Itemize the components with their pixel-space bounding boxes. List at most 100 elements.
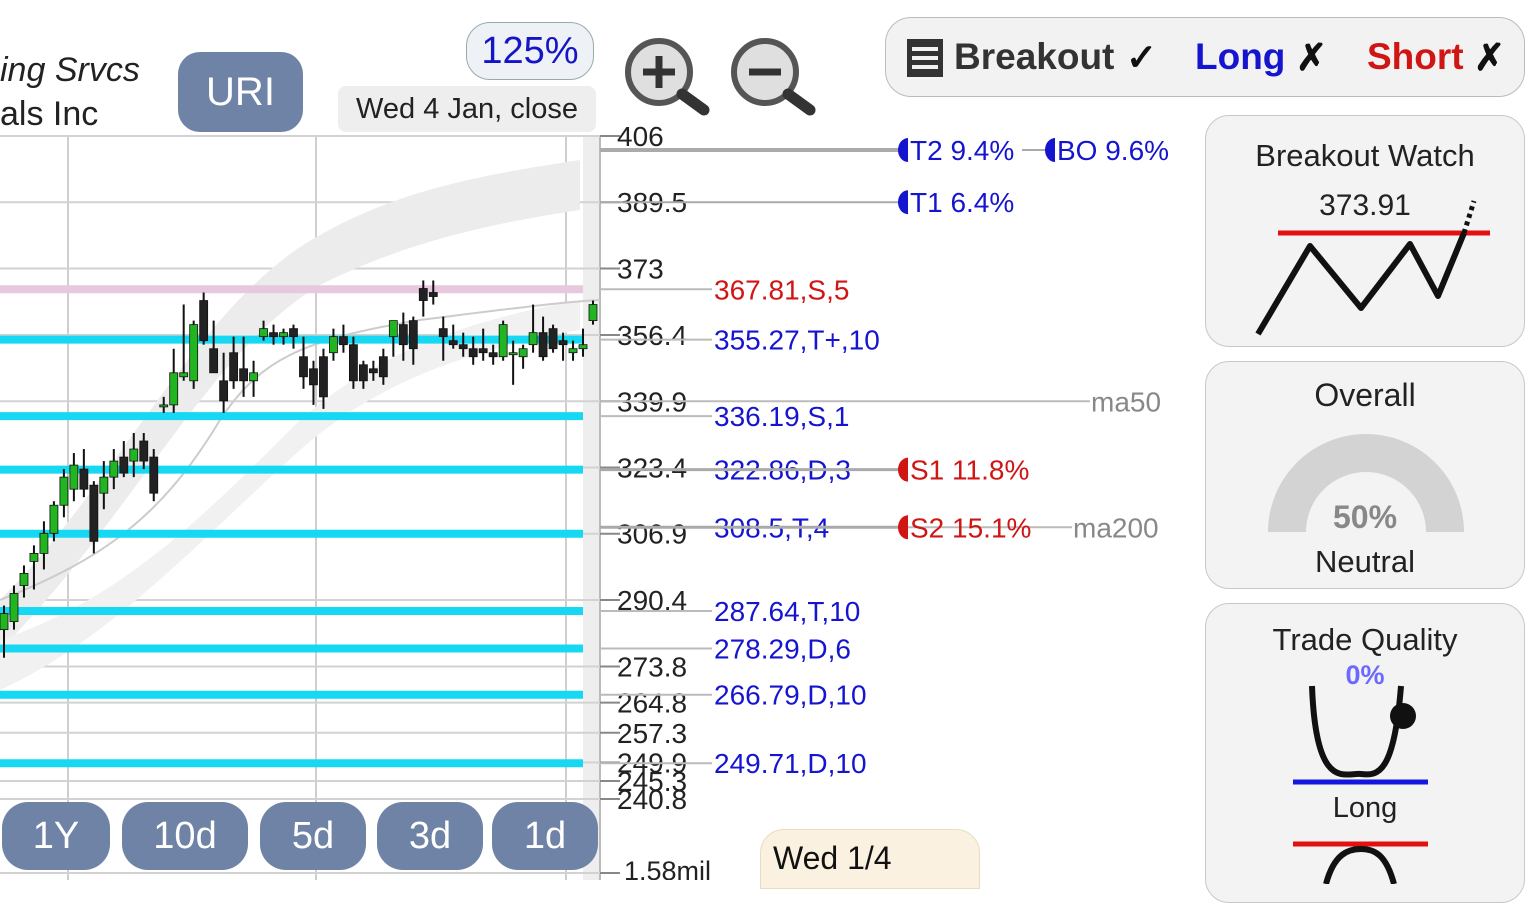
level-label: 336.19,S,1 [714, 401, 849, 432]
candle-body [69, 464, 79, 490]
trade-quality-label: Long [1332, 792, 1398, 824]
target-label: S2 15.1% [910, 512, 1031, 543]
candle [518, 344, 528, 369]
candle-body [558, 340, 568, 346]
price-chart[interactable]: 406389.5373356.4339.9323.4306.9290.4273.… [0, 0, 1200, 880]
candle-body [518, 348, 528, 358]
candle [289, 324, 298, 349]
breakout-pattern-icon [1255, 200, 1490, 336]
candle-body [219, 380, 229, 402]
axis-tick-label: 257.3 [617, 718, 687, 749]
candle-body [229, 352, 239, 382]
candle-body [259, 328, 268, 338]
target-label: BO 9.6% [1057, 135, 1169, 166]
range-button-5d[interactable]: 5d [260, 802, 366, 870]
candle-body [498, 324, 508, 358]
level-label: 249.71,D,10 [714, 748, 867, 779]
candle-body [358, 364, 368, 382]
target-label: T1 6.4% [910, 187, 1014, 218]
trade-quality-panel[interactable]: Trade Quality 0% Long [1205, 603, 1525, 903]
candle-body [159, 404, 169, 408]
candle-body [89, 484, 99, 542]
candle-body [528, 332, 538, 346]
price-axis: 406389.5373356.4339.9323.4306.9290.4273.… [600, 121, 711, 880]
candle-body [239, 368, 248, 382]
trade-quality-title: Trade Quality [1272, 622, 1458, 657]
candle-body [548, 328, 558, 350]
candle-body [309, 368, 318, 386]
candle-body [588, 304, 598, 322]
candle [568, 340, 578, 361]
candle-body [299, 356, 308, 378]
axis-tick-label: 356.4 [617, 320, 687, 351]
candle-body [339, 336, 348, 346]
target-label: T2 9.4% [910, 135, 1014, 166]
axis-tick-label: 306.9 [617, 519, 687, 550]
short-label[interactable]: Short [1367, 36, 1464, 78]
axis-tick-label: 323.4 [617, 453, 687, 484]
candle-body [418, 288, 428, 301]
overall-percent: 50% [1332, 499, 1398, 535]
long-label[interactable]: Long [1195, 36, 1285, 78]
candle [299, 336, 308, 389]
candle [339, 324, 348, 353]
candle [508, 340, 518, 385]
trade-quality-curve-icon [1293, 685, 1428, 884]
candle-body [319, 356, 328, 398]
long-cross-icon: ✗ [1296, 37, 1328, 78]
breakout-watch-panel[interactable]: Breakout Watch 373.91 [1205, 115, 1525, 347]
candle-body [568, 348, 578, 354]
candle-body [39, 532, 49, 554]
candle [59, 469, 69, 518]
level-label: 278.29,D,6 [714, 634, 851, 665]
candle-body [79, 468, 89, 490]
candle-body [538, 332, 548, 358]
axis-tick-label: 240.8 [617, 784, 687, 815]
last-day-strip [583, 136, 600, 880]
bottom-date-label: Wed 1/4 [760, 829, 980, 889]
range-button-1y[interactable]: 1Y [2, 802, 110, 870]
range-button-10d[interactable]: 10d [122, 802, 248, 870]
candle [428, 280, 438, 305]
level-label: 367.81,S,5 [714, 274, 849, 305]
candle-body [9, 593, 19, 623]
short-cross-icon: ✗ [1474, 37, 1506, 78]
candle-body [179, 372, 189, 378]
level-label: 355.27,T+,10 [714, 325, 880, 356]
candle-body [468, 348, 478, 358]
candle [69, 453, 79, 502]
candle-body [378, 356, 388, 378]
candle-body [19, 573, 29, 586]
candle-body [119, 456, 129, 474]
candle-body [428, 292, 438, 297]
candle-body [199, 300, 209, 342]
candle [189, 320, 199, 389]
candle-body [169, 372, 179, 406]
axis-tick-label: 373 [617, 253, 664, 284]
candle-body [139, 440, 149, 462]
overall-title: Overall [1314, 377, 1416, 413]
axis-tick-label: 273.8 [617, 652, 687, 683]
candle [249, 360, 258, 397]
overall-panel[interactable]: Overall 50% Neutral [1205, 361, 1525, 589]
axis-tick-label: 264.8 [617, 688, 687, 719]
candle-body [209, 348, 219, 374]
candle-body [289, 328, 298, 338]
candle-body [438, 328, 448, 338]
target-label: S1 11.8% [910, 455, 1029, 486]
candle-body [249, 372, 258, 382]
candle [329, 328, 338, 361]
level-label: 266.79,D,10 [714, 680, 867, 711]
range-button-1d[interactable]: 1d [492, 802, 598, 870]
candle [169, 348, 179, 413]
target-marker [898, 457, 908, 482]
candle [349, 336, 358, 389]
target-marker [898, 190, 908, 215]
candle-body [29, 552, 39, 562]
candle-body [458, 344, 468, 350]
range-button-3d[interactable]: 3d [377, 802, 483, 870]
candle-body [99, 476, 109, 494]
candle-body [279, 332, 288, 338]
candle-body [329, 336, 338, 354]
candle-body [59, 476, 69, 506]
